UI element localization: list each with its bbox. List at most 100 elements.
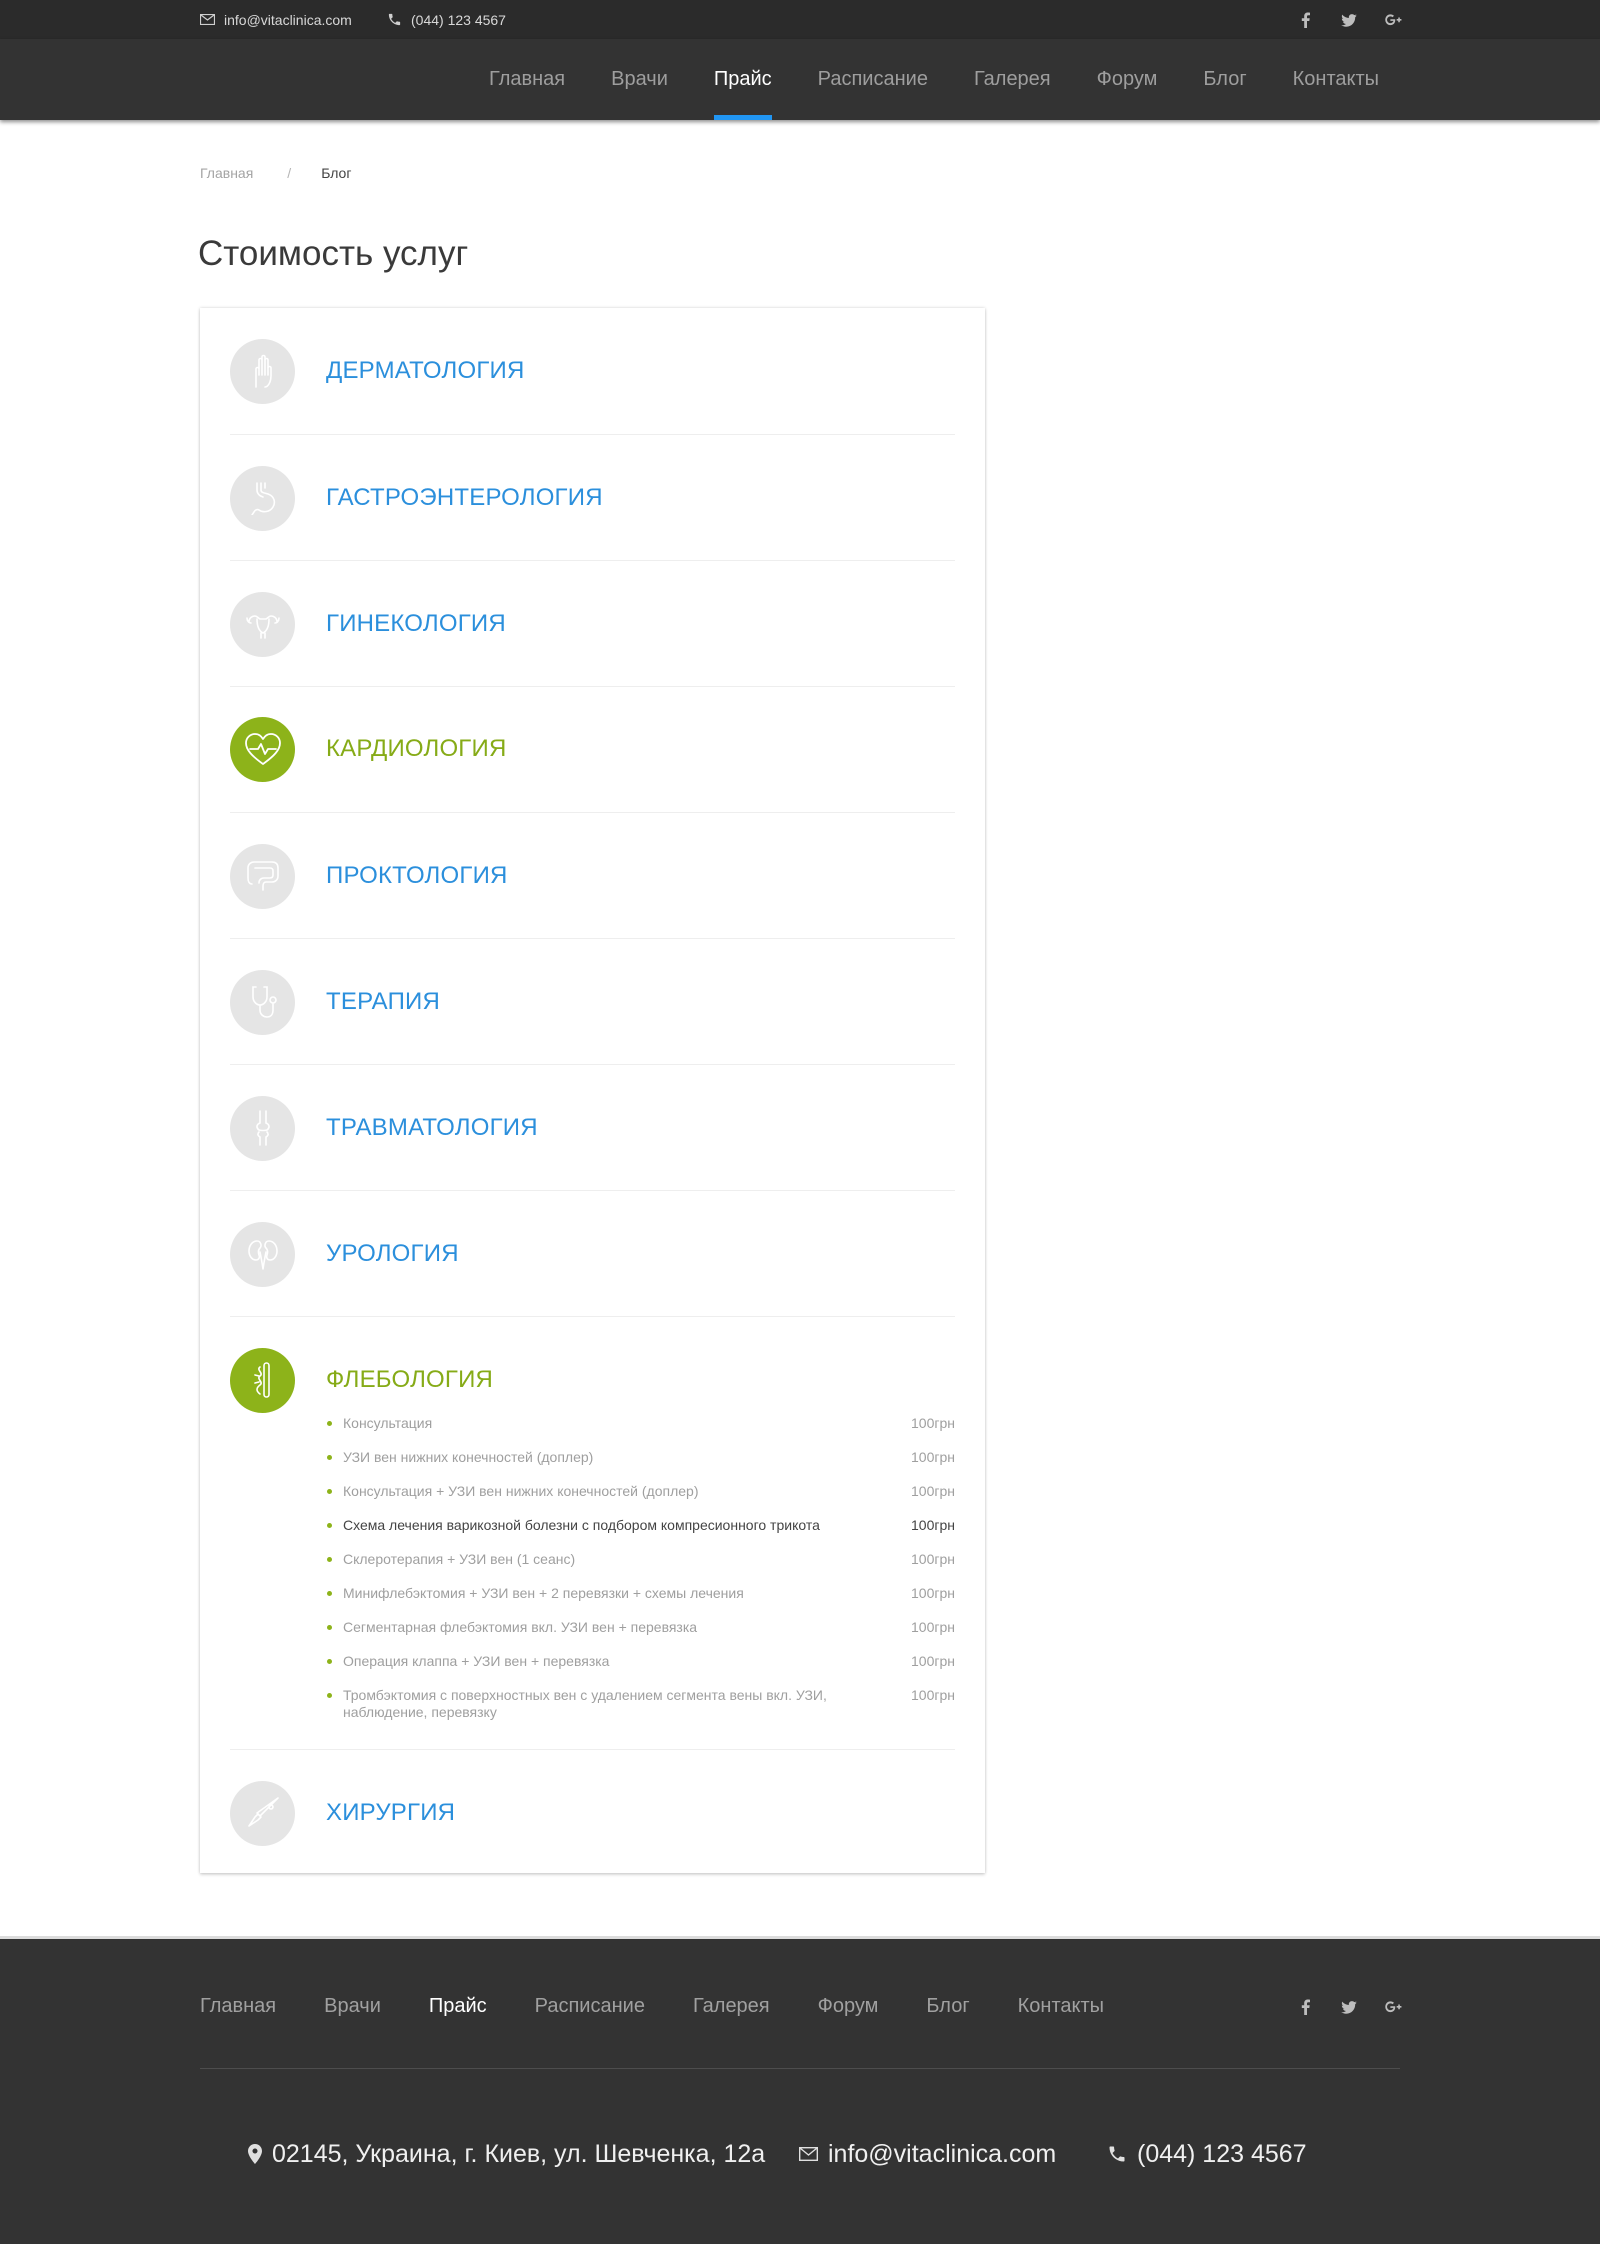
category-title: КАРДИОЛОГИЯ bbox=[326, 735, 507, 762]
service-price: 100грн bbox=[911, 1653, 955, 1669]
stethoscope-icon bbox=[230, 969, 295, 1035]
phone-icon bbox=[1109, 2146, 1125, 2162]
category-title: ГАСТРОЭНТЕРОЛОГИЯ bbox=[326, 484, 603, 511]
bullet-dot bbox=[327, 1489, 332, 1494]
nav-item-gallery[interactable]: Галерея bbox=[951, 39, 1074, 120]
bullet-dot bbox=[327, 1557, 332, 1562]
divider bbox=[230, 1190, 955, 1191]
uterus-icon bbox=[230, 591, 295, 657]
category-therapy[interactable]: ТЕРАПИЯ bbox=[230, 969, 955, 1035]
footer-nav: Главная Врачи Прайс Расписание Галерея Ф… bbox=[200, 1995, 1152, 2018]
footer-nav-prices[interactable]: Прайс bbox=[429, 1995, 487, 2018]
facebook-icon[interactable] bbox=[1283, 1997, 1327, 2017]
category-dermatology[interactable]: ДЕРМАТОЛОГИЯ bbox=[230, 338, 955, 404]
footer-nav-forum[interactable]: Форум bbox=[818, 1995, 879, 2018]
top-bar: info@vitaclinica.com (044) 123 4567 bbox=[0, 0, 1600, 39]
footer-nav-contacts[interactable]: Контакты bbox=[1018, 1995, 1104, 2018]
service-price: 100грн bbox=[911, 1551, 955, 1567]
service-name: Консультация bbox=[343, 1415, 433, 1431]
service-price: 100грн bbox=[911, 1585, 955, 1601]
footer-divider bbox=[200, 2068, 1400, 2069]
page-title: Стоимость услуг bbox=[198, 234, 469, 273]
google-plus-icon[interactable] bbox=[1371, 10, 1415, 30]
bullet-dot bbox=[327, 1659, 332, 1664]
bullet-dot bbox=[327, 1591, 332, 1596]
category-title: ТРАВМАТОЛОГИЯ bbox=[326, 1114, 538, 1141]
nav-item-blog[interactable]: Блог bbox=[1180, 39, 1269, 120]
nav-item-label: Блог bbox=[1203, 68, 1247, 90]
footer-nav-home[interactable]: Главная bbox=[200, 1995, 276, 2018]
footer-phone[interactable]: (044) 123 4567 bbox=[1107, 2136, 1307, 2172]
service-price: 100грн bbox=[911, 1449, 955, 1465]
service-price: 100грн bbox=[911, 1483, 955, 1499]
category-proctology[interactable]: ПРОКТОЛОГИЯ bbox=[230, 843, 955, 909]
nav-item-contacts[interactable]: Контакты bbox=[1270, 39, 1402, 120]
service-name: Сегментарная флебэктомия вкл. УЗИ вен + … bbox=[343, 1619, 698, 1635]
top-social bbox=[1283, 10, 1415, 30]
category-title: ПРОКТОЛОГИЯ bbox=[326, 862, 508, 889]
category-surgery[interactable]: ХИРУРГИЯ bbox=[230, 1780, 955, 1846]
nav-item-schedule[interactable]: Расписание bbox=[795, 39, 951, 120]
vein-icon bbox=[230, 1347, 295, 1413]
category-phlebology[interactable]: ФЛЕБОЛОГИЯ bbox=[230, 1347, 955, 1413]
phone-icon bbox=[388, 13, 401, 26]
category-title: ДЕРМАТОЛОГИЯ bbox=[326, 357, 525, 384]
footer-nav-blog[interactable]: Блог bbox=[926, 1995, 969, 2018]
nav-item-forum[interactable]: Форум bbox=[1074, 39, 1181, 120]
category-traumatology[interactable]: ТРАВМАТОЛОГИЯ bbox=[230, 1095, 955, 1161]
footer-email-text: info@vitaclinica.com bbox=[828, 2139, 1057, 2168]
breadcrumb-separator: / bbox=[287, 165, 292, 181]
category-title: ФЛЕБОЛОГИЯ bbox=[326, 1366, 494, 1393]
footer-nav-schedule[interactable]: Расписание bbox=[535, 1995, 645, 2018]
kidneys-icon bbox=[230, 1221, 295, 1287]
bone-joint-icon bbox=[230, 1095, 295, 1161]
nav-item-doctors[interactable]: Врачи bbox=[588, 39, 691, 120]
hand-icon bbox=[230, 338, 295, 404]
top-phone[interactable]: (044) 123 4567 bbox=[387, 0, 506, 39]
bullet-dot bbox=[327, 1523, 332, 1528]
nav-item-prices[interactable]: Прайс bbox=[691, 39, 795, 120]
nav-item-label: Форум bbox=[1096, 68, 1158, 90]
twitter-icon[interactable] bbox=[1327, 10, 1371, 30]
category-gynecology[interactable]: ГИНЕКОЛОГИЯ bbox=[230, 591, 955, 657]
divider bbox=[230, 1316, 955, 1317]
google-plus-icon[interactable] bbox=[1371, 1997, 1415, 2017]
divider bbox=[230, 686, 955, 687]
facebook-icon[interactable] bbox=[1283, 10, 1327, 30]
footer-nav-gallery[interactable]: Галерея bbox=[693, 1995, 770, 2018]
main-nav: Главная Врачи Прайс Расписание Галерея Ф… bbox=[466, 39, 1402, 120]
divider bbox=[230, 1064, 955, 1065]
price-accordion: ДЕРМАТОЛОГИЯ ГАСТРОЭНТЕРОЛОГИЯ ГИНЕКОЛОГ… bbox=[200, 308, 985, 1873]
service-name: Консультация + УЗИ вен нижних конечносте… bbox=[343, 1483, 699, 1499]
category-cardiology[interactable]: КАРДИОЛОГИЯ bbox=[230, 716, 955, 782]
breadcrumb-home-link[interactable]: Главная bbox=[200, 165, 253, 181]
divider bbox=[230, 434, 955, 435]
bullet-dot bbox=[327, 1693, 332, 1698]
divider bbox=[230, 560, 955, 561]
top-phone-text: (044) 123 4567 bbox=[411, 11, 506, 28]
footer-address: 02145, Украина, г. Киев, ул. Шевченка, 1… bbox=[248, 2136, 765, 2172]
nav-item-label: Расписание bbox=[817, 68, 928, 90]
divider bbox=[230, 938, 955, 939]
category-title: ТЕРАПИЯ bbox=[326, 988, 441, 1015]
service-price: 100грн bbox=[911, 1687, 955, 1703]
service-price: 100грн bbox=[911, 1415, 955, 1431]
nav-item-label: Контакты bbox=[1292, 68, 1380, 90]
footer-email[interactable]: info@vitaclinica.com bbox=[799, 2136, 1056, 2172]
top-email[interactable]: info@vitaclinica.com bbox=[200, 0, 352, 39]
footer-nav-doctors[interactable]: Врачи bbox=[324, 1995, 381, 2018]
category-urology[interactable]: УРОЛОГИЯ bbox=[230, 1221, 955, 1287]
bullet-dot bbox=[327, 1421, 332, 1426]
nav-item-label: Главная bbox=[489, 68, 566, 90]
service-name: Склеротерапия + УЗИ вен (1 сеанс) bbox=[343, 1551, 576, 1567]
footer-social bbox=[1283, 1997, 1415, 2017]
envelope-icon bbox=[799, 2147, 818, 2161]
service-price: 100грн bbox=[911, 1517, 955, 1533]
service-price: 100грн bbox=[911, 1619, 955, 1635]
divider bbox=[230, 1749, 955, 1750]
nav-item-home[interactable]: Главная bbox=[466, 39, 588, 120]
twitter-icon[interactable] bbox=[1327, 1997, 1371, 2017]
category-gastroenterology[interactable]: ГАСТРОЭНТЕРОЛОГИЯ bbox=[230, 465, 955, 531]
service-name: Минифлебэктомия + УЗИ вен + 2 перевязки … bbox=[343, 1585, 744, 1601]
service-name: УЗИ вен нижних конечностей (доплер) bbox=[343, 1449, 594, 1465]
